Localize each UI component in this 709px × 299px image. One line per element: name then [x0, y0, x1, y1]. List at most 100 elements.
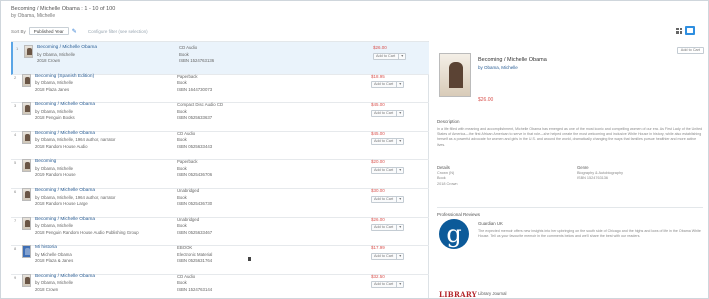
guardian-logo-icon: g: [439, 219, 469, 249]
result-actions: $17.99 Add to Cart ▾: [371, 245, 426, 260]
result-price: $20.00: [371, 159, 385, 165]
library-journal-logo: LIBRARY: [439, 290, 478, 299]
result-row[interactable]: 9 Becoming / Michelle Obama by Obama, Mich…: [11, 271, 429, 298]
add-to-cart-button[interactable]: Add to Cart ▾: [371, 81, 405, 89]
book-cover-image[interactable]: [22, 159, 31, 173]
result-price: $26.00: [371, 216, 385, 222]
result-publisher: 2018 Crown: [35, 286, 59, 292]
result-price: $30.00: [371, 188, 385, 193]
isbn-text: ISBN 0525631764: [177, 258, 213, 264]
result-number: 3: [14, 103, 17, 109]
add-to-cart-label: Add to Cart: [374, 82, 394, 87]
meta-line: ISBN 1524763136: [577, 176, 609, 181]
sort-bar: Sort By Published Year ✎ Configure filte…: [11, 27, 148, 35]
result-format: CD Audio Book ISBN 0525633443: [177, 131, 277, 151]
result-main: Becoming by Obama, Michelle 2019 Random Ho…: [35, 159, 175, 179]
page-title: Becoming / Michelle Obama : 1 - 10 of 10…: [11, 6, 116, 12]
sort-select[interactable]: Published Year: [28, 27, 69, 35]
book-cover-image[interactable]: [22, 216, 31, 230]
detail-panel: Add to Cart Becoming / Michelle Obama by…: [431, 41, 708, 299]
add-to-cart-button[interactable]: Add to Cart ▾: [371, 109, 405, 117]
book-cover-image[interactable]: [24, 45, 33, 58]
result-number: 2: [14, 74, 17, 80]
book-cover-image[interactable]: [22, 245, 31, 259]
detail-title[interactable]: Becoming / Michelle Obama: [478, 57, 547, 63]
chevron-down-icon[interactable]: ▾: [396, 225, 401, 231]
grid-view-icon[interactable]: [676, 27, 682, 34]
result-price: $18.95: [371, 73, 385, 79]
add-to-cart-label: Add to Cart: [374, 253, 394, 258]
book-cover-image[interactable]: [22, 188, 31, 201]
result-format: Paperback Book ISBN 0525436706: [177, 159, 277, 179]
description-text: In a life filled with meaning and accomp…: [437, 127, 703, 147]
result-actions: $18.95 Add to Cart ▾: [371, 74, 426, 89]
book-cover-image[interactable]: [22, 73, 31, 87]
isbn-text: ISBN 1524763136: [179, 58, 215, 63]
result-publisher: 2018 Random House Large: [35, 201, 88, 206]
detail-author[interactable]: by Obama, Michelle: [478, 65, 518, 70]
chevron-down-icon[interactable]: ▾: [396, 82, 401, 88]
book-cover-image[interactable]: [22, 130, 31, 144]
result-actions: $45.00 Add to Cart ▾: [371, 102, 426, 117]
result-format: CD Audio Book ISBN 1524763144: [177, 274, 277, 294]
result-price: $26.00: [373, 45, 387, 50]
add-to-cart-button[interactable]: Add to Cart ▾: [373, 52, 407, 60]
result-price: $32.50: [371, 273, 385, 279]
add-to-cart-button[interactable]: Add to Cart ▾: [371, 281, 405, 289]
result-main: Becoming / Michelle Obama by Obama, Miche…: [37, 45, 177, 65]
isbn-text: ISBN 0525633443: [177, 143, 213, 149]
result-publisher: 2018 Plaza Janes: [35, 86, 70, 92]
result-format: Unabridged Book ISBN 0525633467: [177, 217, 277, 237]
book-cover-image[interactable]: [22, 273, 31, 287]
book-cover-image[interactable]: [22, 102, 31, 116]
result-main: Becoming (Spanish Edition) by Obama, Mich…: [35, 74, 175, 94]
result-publisher: 2018 Penguin Books: [35, 115, 75, 121]
isbn-text: ISBN 0525633637: [177, 115, 213, 121]
detail-cover-image: [439, 53, 471, 97]
review-source-2: Library Journal: [478, 291, 507, 296]
add-to-cart-button[interactable]: Add to Cart ▾: [371, 224, 405, 232]
chevron-down-icon[interactable]: ▾: [396, 282, 401, 288]
result-price: $17.99: [371, 245, 385, 251]
result-number: 5: [14, 160, 17, 166]
cursor-marker: [248, 257, 251, 261]
result-format: Paperback Book ISBN 1644730073: [177, 74, 277, 94]
add-to-cart-label: Add to Cart: [374, 225, 394, 230]
results-list: 1 Becoming / Michelle Obama by Obama, Mich…: [11, 41, 429, 298]
add-to-cart-label: Add to Cart: [374, 196, 394, 201]
add-to-cart-label: Add to Cart: [374, 282, 394, 287]
isbn-text: ISBN 0525436730: [177, 201, 213, 206]
description-heading: Description: [437, 119, 460, 124]
result-publisher: 2018 Penguin Random House Audio Publishi…: [35, 229, 139, 235]
add-to-cart-button[interactable]: Add to Cart ▾: [371, 252, 405, 260]
chevron-down-icon[interactable]: ▾: [398, 53, 403, 59]
list-view-icon[interactable]: [685, 26, 695, 35]
result-main: Becoming / Michelle Obama by Obama, Miche…: [35, 131, 175, 151]
add-to-cart-label: Add to Cart: [374, 167, 394, 172]
result-format: EBOOK Electronic Material ISBN 0525631764: [177, 245, 277, 265]
results-header: Becoming / Michelle Obama : 1 - 10 of 10…: [11, 6, 701, 42]
result-publisher: 2018 Plaza & Janes: [35, 258, 74, 264]
add-to-cart-button[interactable]: Add to Cart ▾: [371, 138, 405, 146]
review-source: Guardian UK: [478, 221, 503, 226]
result-actions: $32.50 Add to Cart ▾: [371, 274, 426, 289]
chevron-down-icon[interactable]: ▾: [396, 139, 401, 145]
filter-link[interactable]: Configure filter (see selection): [88, 29, 148, 34]
result-main: Mi historia by Michelle Obama 2018 Plaza &…: [35, 245, 175, 265]
result-publisher: 2018 Random House Audio: [35, 143, 88, 149]
chevron-down-icon[interactable]: ▾: [396, 196, 401, 202]
add-to-cart-button[interactable]: Add to Cart ▾: [371, 166, 405, 174]
edit-icon[interactable]: ✎: [72, 28, 77, 35]
add-to-cart-button[interactable]: Add to Cart ▾: [371, 195, 405, 203]
detail-add-to-cart-button[interactable]: Add to Cart: [676, 47, 704, 54]
chevron-down-icon[interactable]: ▾: [396, 253, 401, 259]
result-number: 4: [14, 131, 17, 137]
chevron-down-icon[interactable]: ▾: [396, 167, 401, 173]
result-main: Becoming / Michelle Obama by Obama, Miche…: [35, 217, 175, 237]
result-main: Becoming / Michelle Obama by Obama, Miche…: [35, 274, 175, 294]
detail-price: $26.00: [478, 97, 494, 103]
reviews-heading: Professional Reviews: [437, 212, 481, 217]
result-price: $45.00: [371, 130, 385, 136]
chevron-down-icon[interactable]: ▾: [396, 110, 401, 116]
result-publisher: 2019 Random House: [35, 172, 76, 178]
